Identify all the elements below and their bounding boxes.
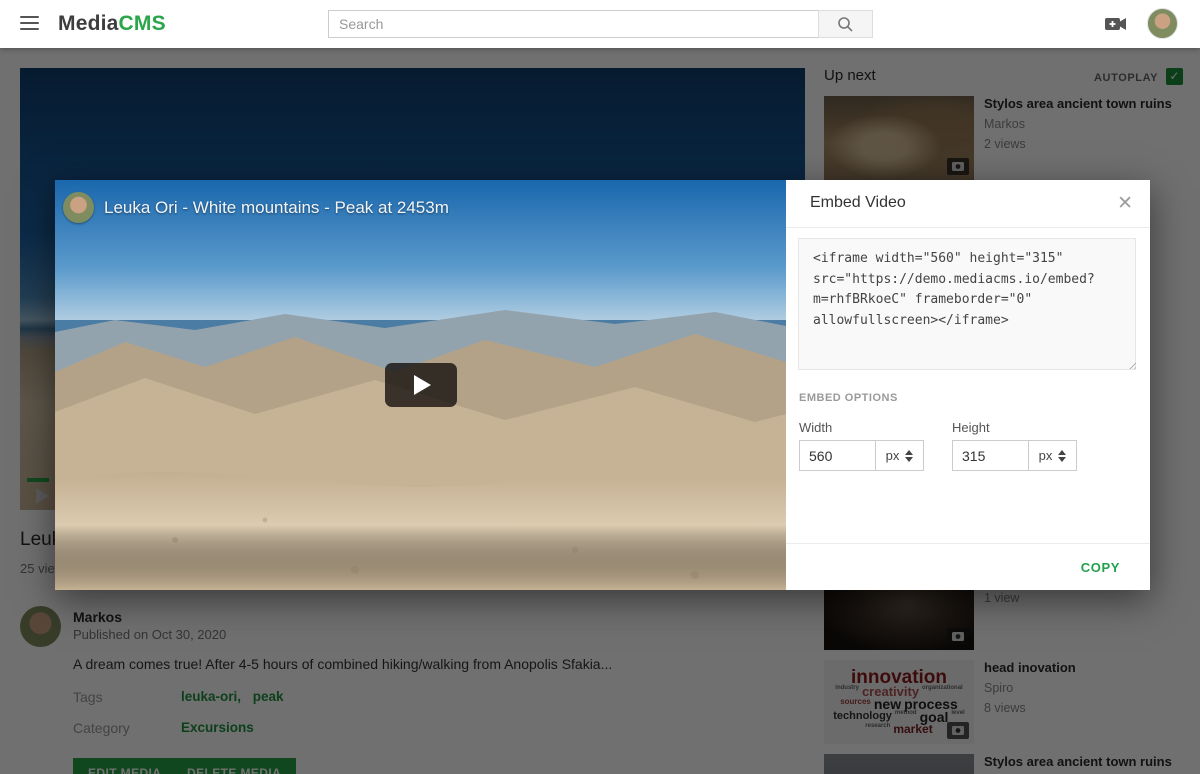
preview-video-title: Leuka Ori - White mountains - Peak at 24… <box>104 198 449 218</box>
top-header: MediaCMS <box>0 0 1200 48</box>
page: MediaCMS Leuka Ori - White mountains - P… <box>0 0 1200 774</box>
upload-video-icon[interactable] <box>1105 15 1127 33</box>
height-field-group: px <box>952 440 1077 471</box>
stepper-arrows-icon <box>1058 450 1066 462</box>
play-button[interactable] <box>385 363 457 407</box>
preview-author-avatar[interactable] <box>63 192 94 223</box>
height-unit-select[interactable]: px <box>1029 440 1077 471</box>
width-field-group: px <box>799 440 924 471</box>
unit-label: px <box>886 448 900 463</box>
user-avatar[interactable] <box>1147 8 1178 39</box>
width-label: Width <box>799 420 832 435</box>
logo[interactable]: MediaCMS <box>58 12 166 36</box>
height-input[interactable] <box>952 440 1029 471</box>
embed-options-label: EMBED OPTIONS <box>799 392 898 404</box>
dialog-divider <box>786 227 1150 228</box>
search-bar <box>328 10 873 38</box>
unit-label: px <box>1039 448 1053 463</box>
logo-media: Media <box>58 12 119 35</box>
preview-header: Leuka Ori - White mountains - Peak at 24… <box>63 192 449 223</box>
stepper-arrows-icon <box>905 450 913 462</box>
dialog-title: Embed Video <box>810 194 906 212</box>
search-input[interactable] <box>328 10 818 38</box>
width-unit-select[interactable]: px <box>876 440 924 471</box>
menu-icon[interactable] <box>20 16 39 31</box>
close-icon[interactable]: ✕ <box>1117 192 1133 215</box>
footer-divider <box>786 543 1150 544</box>
search-icon <box>837 16 854 33</box>
embed-code-textarea[interactable]: <iframe width="560" height="315" src="ht… <box>798 238 1136 370</box>
search-button[interactable] <box>818 10 873 38</box>
play-icon <box>414 375 431 395</box>
logo-cms: CMS <box>119 12 166 35</box>
height-label: Height <box>952 420 990 435</box>
video-preview[interactable]: Leuka Ori - White mountains - Peak at 24… <box>55 180 786 590</box>
width-input[interactable] <box>799 440 876 471</box>
embed-dialog: Embed Video ✕ <iframe width="560" height… <box>786 180 1150 590</box>
embed-popup: Leuka Ori - White mountains - Peak at 24… <box>55 180 1150 590</box>
copy-button[interactable]: COPY <box>1081 560 1120 575</box>
